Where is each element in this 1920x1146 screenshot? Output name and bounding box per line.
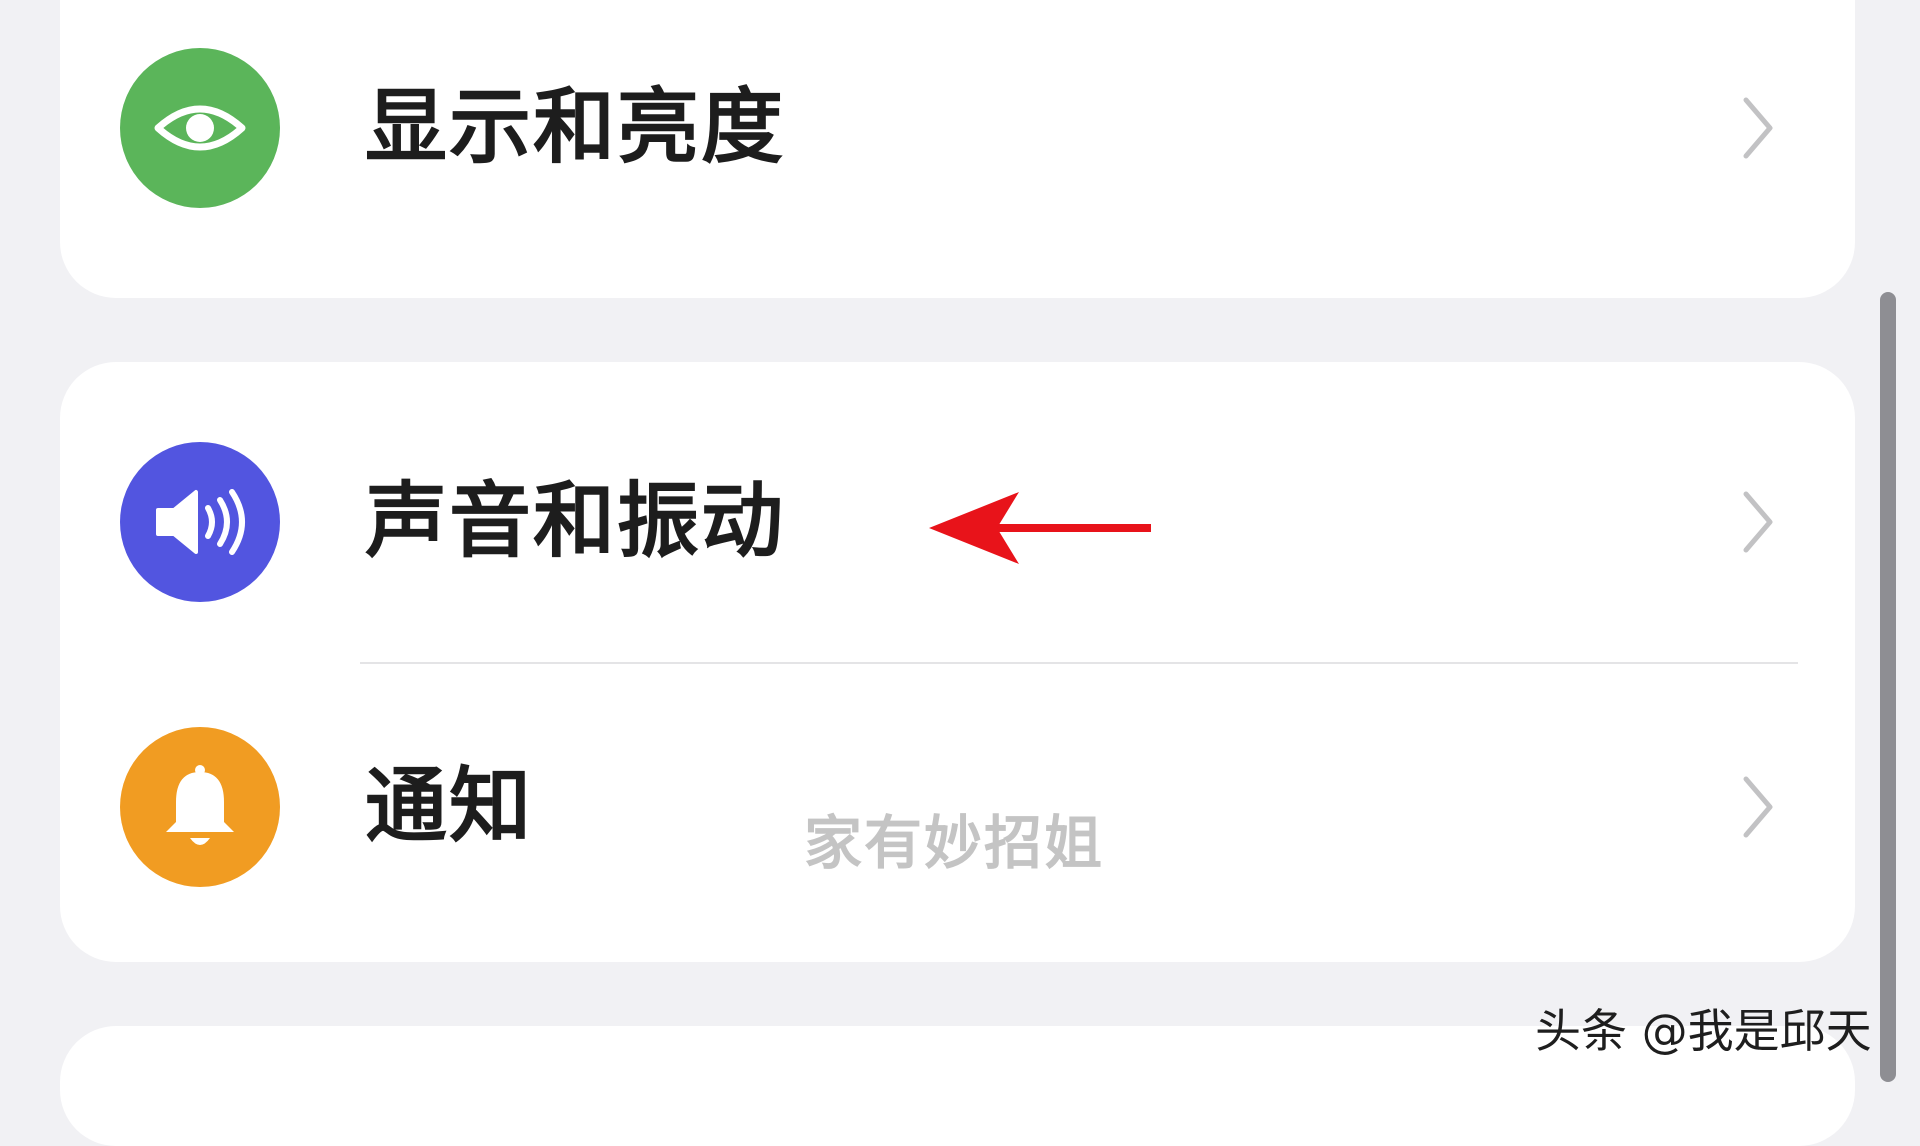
- settings-item-label: 通知: [365, 759, 534, 854]
- chevron-right-icon: [1743, 97, 1773, 159]
- annotation-arrow-icon: [929, 492, 1151, 564]
- speaker-icon: [120, 442, 280, 602]
- scrollbar[interactable]: [1880, 292, 1896, 1082]
- row-divider: [360, 662, 1798, 664]
- settings-card-top: 显示和亮度: [60, 0, 1855, 298]
- chevron-right-icon: [1743, 491, 1773, 553]
- watermark-text: 家有妙招姐: [804, 809, 1105, 877]
- settings-item-display[interactable]: 显示和亮度: [60, 38, 1855, 218]
- credit-text: 头条 @我是邱天: [1535, 1004, 1872, 1058]
- bell-icon: [120, 727, 280, 887]
- settings-item-label: 显示和亮度: [365, 80, 786, 175]
- settings-item-label: 声音和振动: [365, 474, 786, 569]
- chevron-right-icon: [1743, 776, 1773, 838]
- eye-icon: [120, 48, 280, 208]
